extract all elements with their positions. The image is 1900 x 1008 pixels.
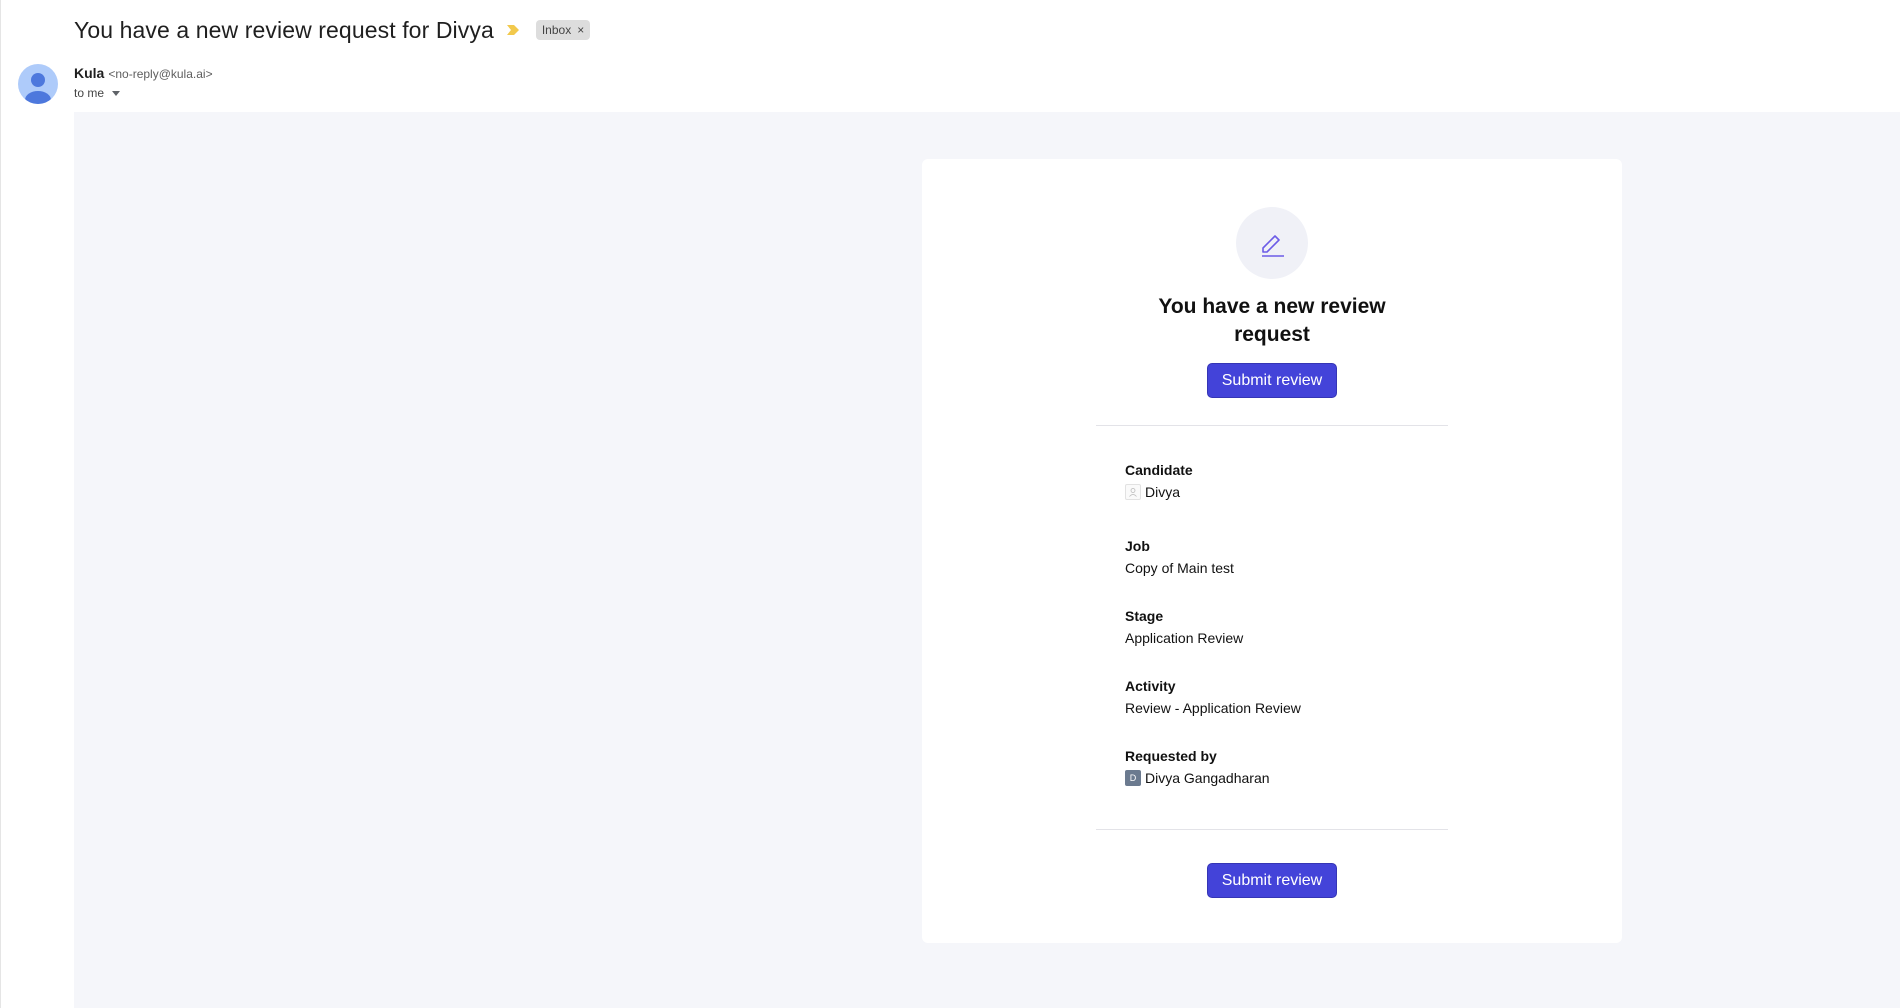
review-request-card: You have a new review request Submit rev… bbox=[922, 159, 1622, 943]
label-chip-text: Inbox bbox=[541, 23, 572, 37]
recipient-details-toggle[interactable]: to me bbox=[74, 86, 121, 100]
edit-icon-badge bbox=[1236, 207, 1308, 279]
activity-label: Activity bbox=[1125, 678, 1176, 694]
requester-avatar: D bbox=[1125, 770, 1141, 786]
stage-label: Stage bbox=[1125, 608, 1164, 624]
left-border bbox=[0, 0, 1, 1008]
requested-by-field: Requested by D Divya Gangadharan bbox=[1125, 747, 1465, 787]
email-subject: You have a new review request for Divya bbox=[74, 16, 494, 43]
activity-field: Activity Review - Application Review bbox=[1125, 677, 1465, 717]
job-value: Copy of Main test bbox=[1125, 560, 1234, 576]
user-avatar-icon bbox=[25, 73, 51, 104]
submit-review-button-top[interactable]: Submit review bbox=[1207, 363, 1337, 398]
close-icon[interactable]: × bbox=[577, 23, 584, 37]
candidate-value-row: Divya bbox=[1125, 483, 1465, 501]
activity-value: Review - Application Review bbox=[1125, 700, 1301, 716]
requested-by-value-row: D Divya Gangadharan bbox=[1125, 769, 1465, 787]
candidate-label: Candidate bbox=[1125, 462, 1193, 478]
stage-field: Stage Application Review bbox=[1125, 607, 1465, 647]
edit-pen-icon bbox=[1262, 235, 1284, 257]
card-title: You have a new review request bbox=[1158, 295, 1386, 346]
divider-bottom bbox=[1096, 829, 1448, 830]
recipient-label: to me bbox=[74, 86, 105, 100]
requested-by-value: Divya Gangadharan bbox=[1145, 770, 1270, 786]
candidate-field: Candidate Divya bbox=[1125, 461, 1465, 501]
chevron-down-icon[interactable] bbox=[112, 90, 121, 96]
label-chip-inbox: Inbox × bbox=[535, 20, 591, 40]
sender-row: Kula <no-reply@kula.ai> bbox=[74, 65, 213, 81]
card-title-wrapper: You have a new review request bbox=[922, 293, 1622, 349]
requested-by-label: Requested by bbox=[1125, 748, 1217, 764]
broken-image-icon bbox=[1125, 484, 1141, 500]
submit-review-button-bottom[interactable]: Submit review bbox=[1207, 863, 1337, 898]
importance-marker-icon[interactable] bbox=[506, 24, 520, 36]
sender-name[interactable]: Kula bbox=[74, 65, 104, 81]
subject-row: You have a new review request for Divya … bbox=[74, 13, 591, 47]
sender-email: <no-reply@kula.ai> bbox=[108, 67, 213, 81]
sender-avatar[interactable] bbox=[18, 64, 58, 104]
candidate-value: Divya bbox=[1145, 484, 1181, 500]
job-label: Job bbox=[1125, 538, 1150, 554]
email-body: You have a new review request Submit rev… bbox=[74, 112, 1900, 1008]
stage-value: Application Review bbox=[1125, 630, 1244, 646]
job-field: Job Copy of Main test bbox=[1125, 537, 1465, 577]
divider-top bbox=[1096, 425, 1448, 426]
